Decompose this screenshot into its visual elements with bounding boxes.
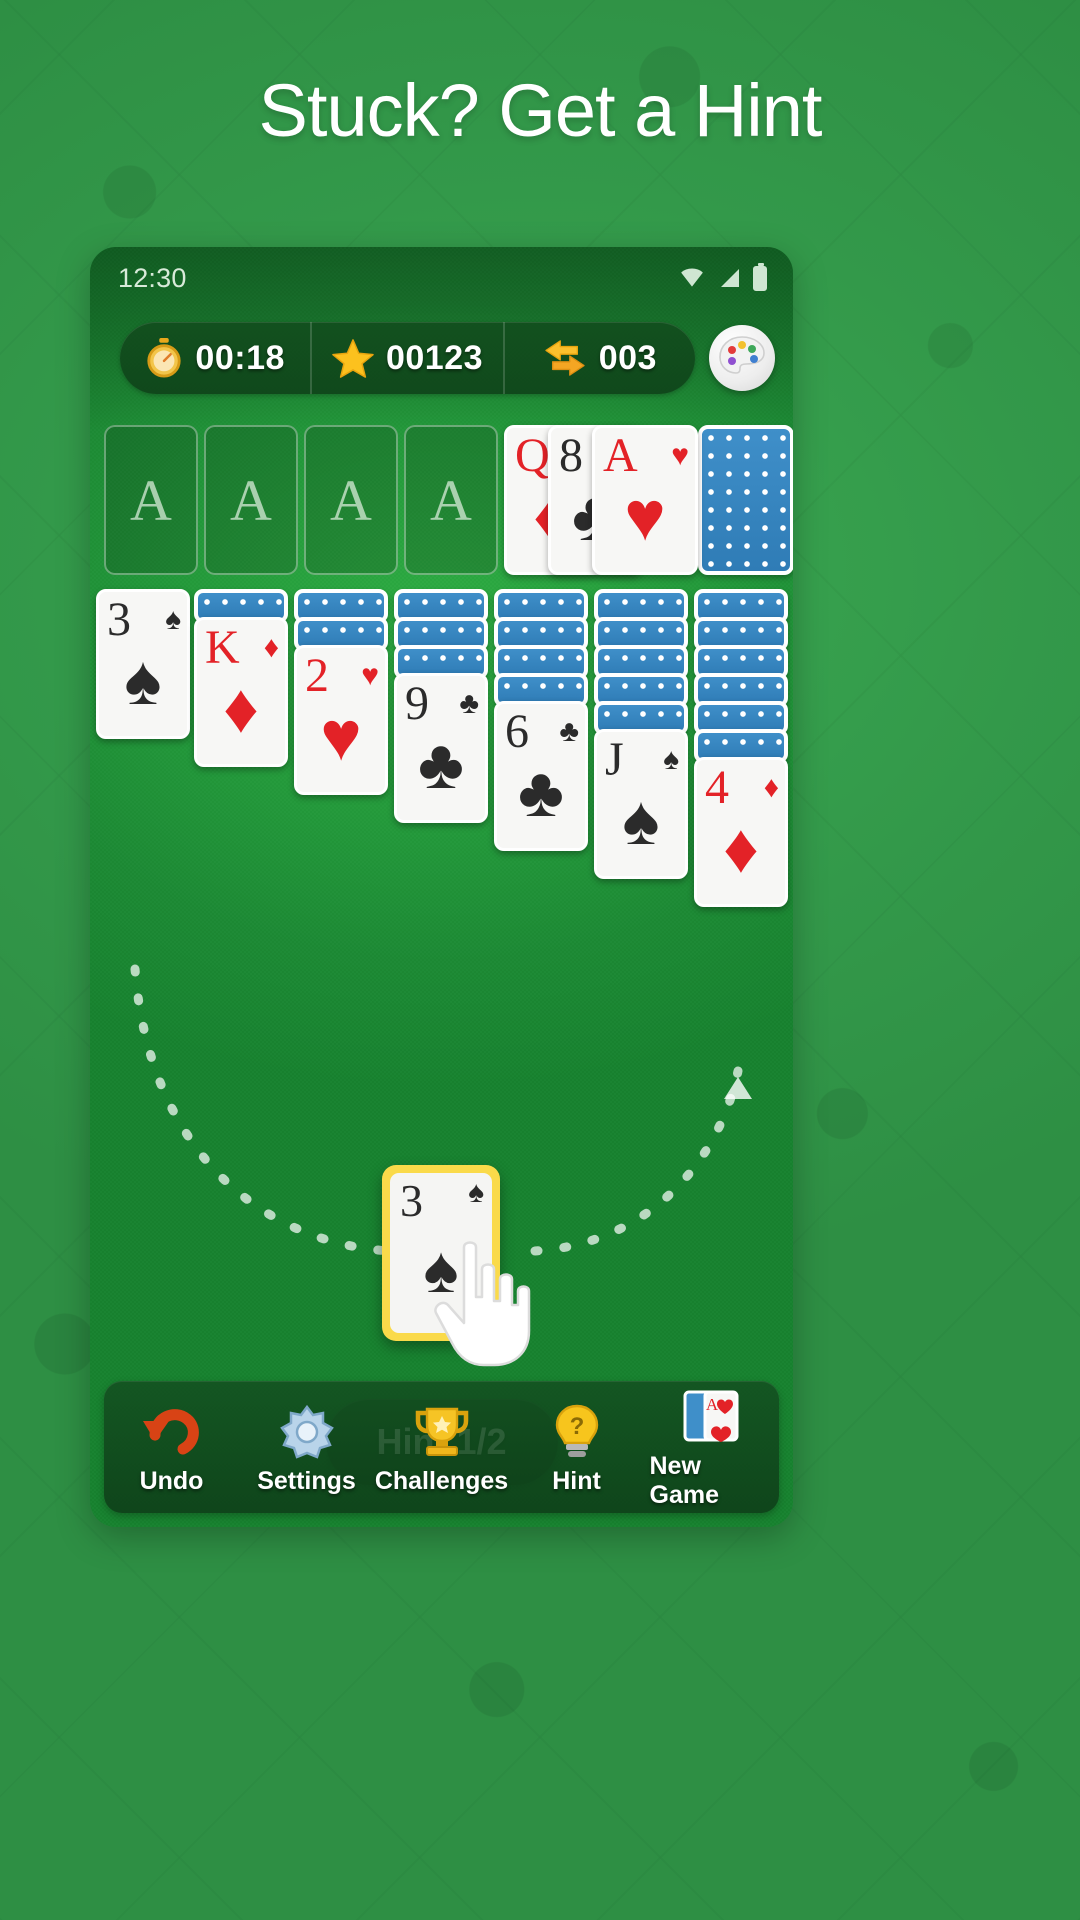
foundation-placeholder: A (430, 467, 472, 533)
game-board: A A A A Q ♦ 8 ♣ A ♥ ♥ (90, 399, 793, 1527)
status-clock: 12:30 (118, 262, 187, 293)
card-suit: ♠ (124, 641, 162, 719)
phone-mockup: 12:30 00:18 00123 003 A A A A Q 8 A ♥ ♥ … (90, 247, 793, 1527)
foundation-slot-3[interactable]: A (304, 425, 398, 575)
foundation-placeholder: A (230, 467, 272, 533)
foundation-placeholder: A (330, 467, 372, 533)
card-suit-small: ♥ (361, 659, 379, 692)
toolbar-item-new-game[interactable]: A New Game (650, 1384, 774, 1510)
toolbar-label: Settings (257, 1466, 356, 1495)
signal-icon (721, 269, 739, 287)
star-icon (332, 339, 374, 378)
card-rank: 3 (107, 593, 131, 646)
card-suit-small: ♦ (263, 631, 279, 664)
card-suit: ♦ (723, 809, 759, 887)
card-suit: ♦ (223, 669, 259, 747)
cards-icon: A (681, 1384, 743, 1446)
toolbar-label: Undo (139, 1466, 204, 1495)
card-suit-small: ♠ (663, 743, 679, 776)
wifi-icon (681, 268, 703, 287)
card-suit-small: ♣ (459, 687, 479, 720)
hud-timer: 00:18 (120, 322, 313, 394)
score-value: 00123 (385, 338, 484, 377)
battery-icon (753, 262, 767, 291)
card-suit: ♣ (418, 725, 464, 803)
page-title: Stuck? Get a Hint (258, 69, 823, 152)
card-suit: ♥ (320, 697, 362, 775)
hud-stats-pill: 00:18 00123 003 (120, 322, 695, 394)
foundation-slot-1[interactable]: A (104, 425, 198, 575)
lightbulb-icon: ? (551, 1399, 603, 1461)
status-icon-group (679, 262, 767, 291)
card-suit: ♣ (518, 753, 564, 831)
gear-icon (277, 1399, 337, 1461)
hud-score: 00123 (312, 322, 505, 394)
card-rank: 3 (400, 1175, 423, 1226)
card-suit-small: ♣ (559, 715, 579, 748)
card-suit: ♥ (624, 477, 666, 555)
hand-pointer-icon (434, 1241, 531, 1367)
tableau-column-6-card[interactable]: J ♠ ♠ (594, 729, 688, 879)
card-suit-small: ♠ (165, 603, 181, 636)
hud-bar: 00:18 00123 003 (90, 321, 793, 395)
card-rank: 6 (505, 705, 529, 758)
foundation-slot-2[interactable]: A (204, 425, 298, 575)
card-rank: J (605, 733, 624, 786)
svg-text:?: ? (569, 1413, 584, 1440)
stock-pile[interactable] (698, 425, 793, 575)
card-suit-small: ♦ (763, 771, 779, 804)
status-bar: 12:30 (90, 247, 793, 309)
card-suit-small: ♥ (671, 439, 689, 472)
toolbar-label: Challenges (374, 1466, 509, 1495)
palette-icon (719, 336, 765, 374)
waste-card-3[interactable]: A ♥ ♥ (592, 425, 698, 575)
toolbar-item-hint[interactable]: ? Hint (515, 1399, 639, 1496)
card-rank: 9 (405, 677, 429, 730)
moves-value: 003 (598, 338, 657, 377)
trophy-icon (411, 1399, 473, 1461)
tableau-column-2-card[interactable]: K ♦ ♦ (194, 617, 288, 767)
tableau-column-3-card[interactable]: 2 ♥ ♥ (294, 645, 388, 795)
bottom-toolbar: Undo Settings Challenges ? Hint A New Ga… (104, 1381, 779, 1513)
tableau-column-7-card[interactable]: 4 ♦ ♦ (694, 757, 788, 907)
toolbar-item-challenges[interactable]: Challenges (375, 1399, 508, 1496)
svg-text:A: A (705, 1395, 718, 1414)
tableau-column-1-card[interactable]: 3 ♠ ♠ (96, 589, 190, 739)
card-rank: Q (515, 429, 550, 482)
tableau-column-4-card[interactable]: 9 ♣ ♣ (394, 673, 488, 823)
card-rank: A (603, 429, 638, 482)
toolbar-label: New Game (649, 1452, 719, 1509)
card-rank: 2 (305, 649, 329, 702)
toolbar-item-undo[interactable]: Undo (110, 1399, 234, 1496)
timer-value: 00:18 (195, 338, 285, 377)
card-suit: ♠ (622, 781, 660, 859)
card-suit-small: ♠ (468, 1176, 484, 1209)
card-rank: K (205, 621, 240, 674)
theme-palette-button[interactable] (709, 325, 775, 391)
foundation-slot-4[interactable]: A (404, 425, 498, 575)
swap-arrows-icon (545, 340, 585, 376)
card-rank: 8 (559, 429, 583, 482)
undo-arrow-icon (141, 1399, 203, 1461)
stopwatch-icon (147, 338, 182, 378)
hud-moves: 003 (505, 322, 695, 394)
foundation-placeholder: A (130, 467, 172, 533)
tableau-column-5-card[interactable]: 6 ♣ ♣ (494, 701, 588, 851)
card-rank: 4 (705, 761, 729, 814)
toolbar-item-settings[interactable]: Settings (245, 1399, 369, 1496)
toolbar-label: Hint (552, 1466, 601, 1495)
